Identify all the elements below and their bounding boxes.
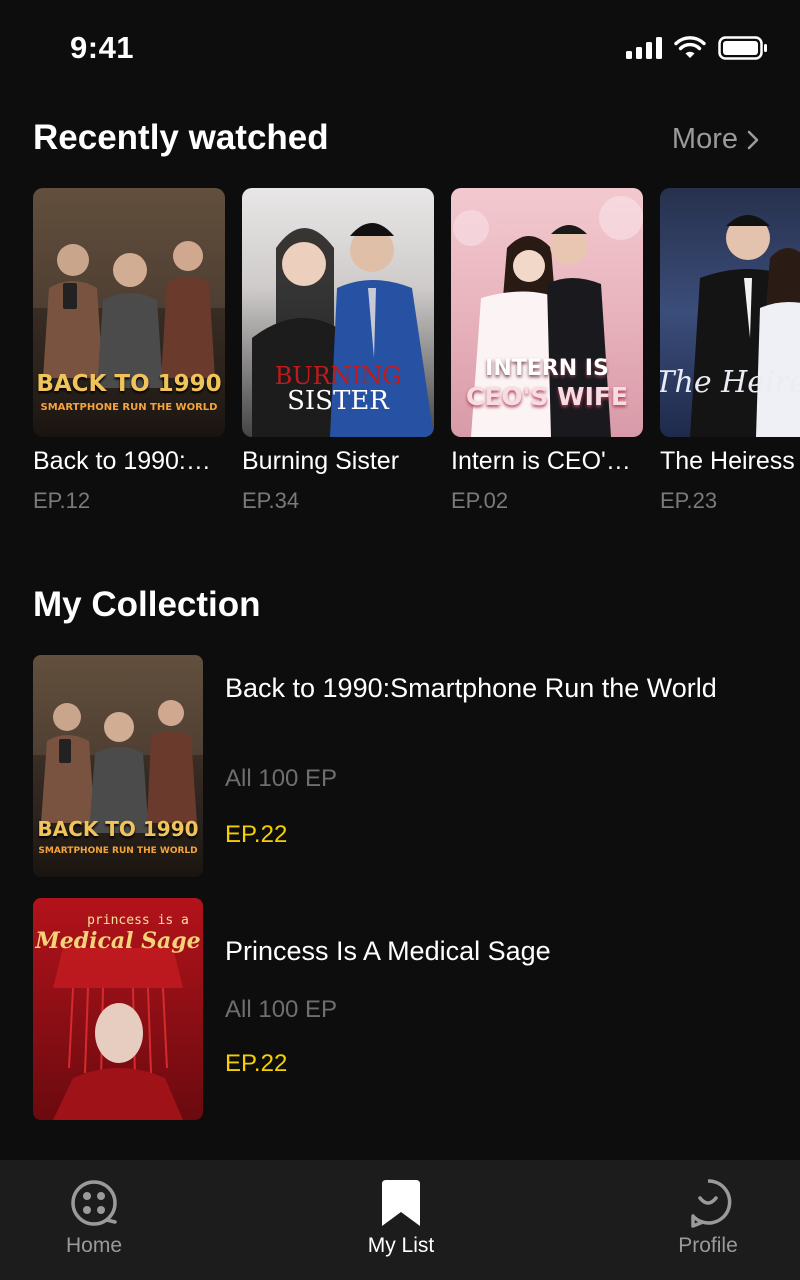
recent-title: Back to 1990:Smartphone Run the World bbox=[33, 447, 225, 475]
nav-home[interactable]: Home bbox=[24, 1178, 164, 1258]
my-collection-title: My Collection bbox=[33, 585, 261, 624]
poster-image: BACK TO 1990 SMARTPHONE RUN THE WORLD bbox=[33, 188, 225, 437]
collection-poster-image: princess is a Medical Sage bbox=[33, 898, 203, 1120]
wifi-icon bbox=[674, 36, 706, 58]
more-label: More bbox=[671, 123, 738, 155]
collection-title: Princess Is A Medical Sage bbox=[225, 936, 551, 966]
poster-title-text: Medical Sage bbox=[35, 928, 201, 954]
recent-card[interactable]: BACK TO 1990 SMARTPHONE RUN THE WORLD Ba… bbox=[33, 188, 225, 514]
nav-profile-label: Profile bbox=[678, 1234, 738, 1257]
poster-subtitle-text: SMARTPHONE RUN THE WORLD bbox=[38, 846, 198, 856]
poster-image: INTERN IS CEO'S WIFE bbox=[451, 188, 643, 437]
recent-card[interactable]: BURNING SISTER Burning Sister EP.34 bbox=[242, 188, 434, 514]
collection-current-episode: EP.22 bbox=[225, 821, 288, 848]
collection-item[interactable]: princess is a Medical Sage Princess Is A… bbox=[33, 898, 773, 1120]
poster-subtitle-text: CEO'S WIFE bbox=[465, 382, 629, 411]
battery-icon bbox=[718, 36, 767, 60]
collection-title: Back to 1990:Smartphone Run the World bbox=[225, 673, 717, 703]
bookmark-icon bbox=[382, 1180, 420, 1226]
collection-current-episode: EP.22 bbox=[225, 1050, 288, 1077]
poster-subtitle-text: SMARTPHONE RUN THE WORLD bbox=[40, 402, 218, 413]
status-icons bbox=[626, 36, 768, 60]
more-button[interactable]: More bbox=[672, 123, 760, 156]
recent-episode: EP.02 bbox=[451, 488, 509, 513]
recent-title: Intern is CEO's Wife bbox=[451, 447, 643, 475]
recent-episode: EP.12 bbox=[33, 488, 91, 513]
collection-total-episodes: All 100 EP bbox=[225, 996, 338, 1023]
collection-item[interactable]: BACK TO 1990 SMARTPHONE RUN THE WORLD Ba… bbox=[33, 655, 773, 877]
poster-title-text: INTERN IS bbox=[485, 356, 609, 381]
collection-total-episodes: All 100 EP bbox=[225, 765, 338, 792]
recent-card[interactable]: INTERN IS CEO'S WIFE Intern is CEO's Wif… bbox=[451, 188, 643, 514]
recently-watched-carousel[interactable]: BACK TO 1990 SMARTPHONE RUN THE WORLD Ba… bbox=[0, 188, 800, 528]
status-bar: 9:41 bbox=[0, 0, 800, 100]
cellular-signal-icon bbox=[626, 37, 662, 59]
recent-title: The Heiress bbox=[660, 447, 795, 475]
nav-home-label: Home bbox=[65, 1234, 123, 1257]
poster-image: BURNING SISTER bbox=[242, 188, 434, 437]
nav-my-list[interactable]: My List bbox=[331, 1178, 471, 1258]
film-reel-icon bbox=[71, 1180, 117, 1226]
nav-profile[interactable]: Profile bbox=[638, 1178, 778, 1258]
poster-title-text: BACK TO 1990 bbox=[36, 371, 222, 397]
poster-subtitle-text: princess is a bbox=[87, 913, 189, 928]
recent-episode: EP.34 bbox=[242, 488, 300, 513]
collection-poster-image: BACK TO 1990 SMARTPHONE RUN THE WORLD bbox=[33, 655, 203, 877]
recently-watched-title: Recently watched bbox=[33, 118, 329, 157]
chevron-right-icon bbox=[747, 130, 759, 149]
recent-title: Burning Sister bbox=[242, 447, 400, 475]
status-time: 9:41 bbox=[70, 30, 135, 65]
poster-title-text: BURNING bbox=[274, 362, 402, 390]
poster-subtitle-text: SISTER bbox=[287, 386, 389, 416]
profile-face-icon bbox=[691, 1179, 732, 1228]
recent-episode: EP.23 bbox=[660, 488, 718, 513]
bottom-navigation: Home My List Profile bbox=[0, 1160, 800, 1280]
poster-title-text: The Heiress bbox=[660, 365, 800, 400]
poster-title-text: BACK TO 1990 bbox=[37, 817, 199, 841]
recent-card[interactable]: The Heiress The Heiress EP.23 bbox=[660, 188, 800, 514]
poster-image: The Heiress bbox=[660, 188, 800, 437]
nav-my-list-label: My List bbox=[367, 1234, 435, 1257]
